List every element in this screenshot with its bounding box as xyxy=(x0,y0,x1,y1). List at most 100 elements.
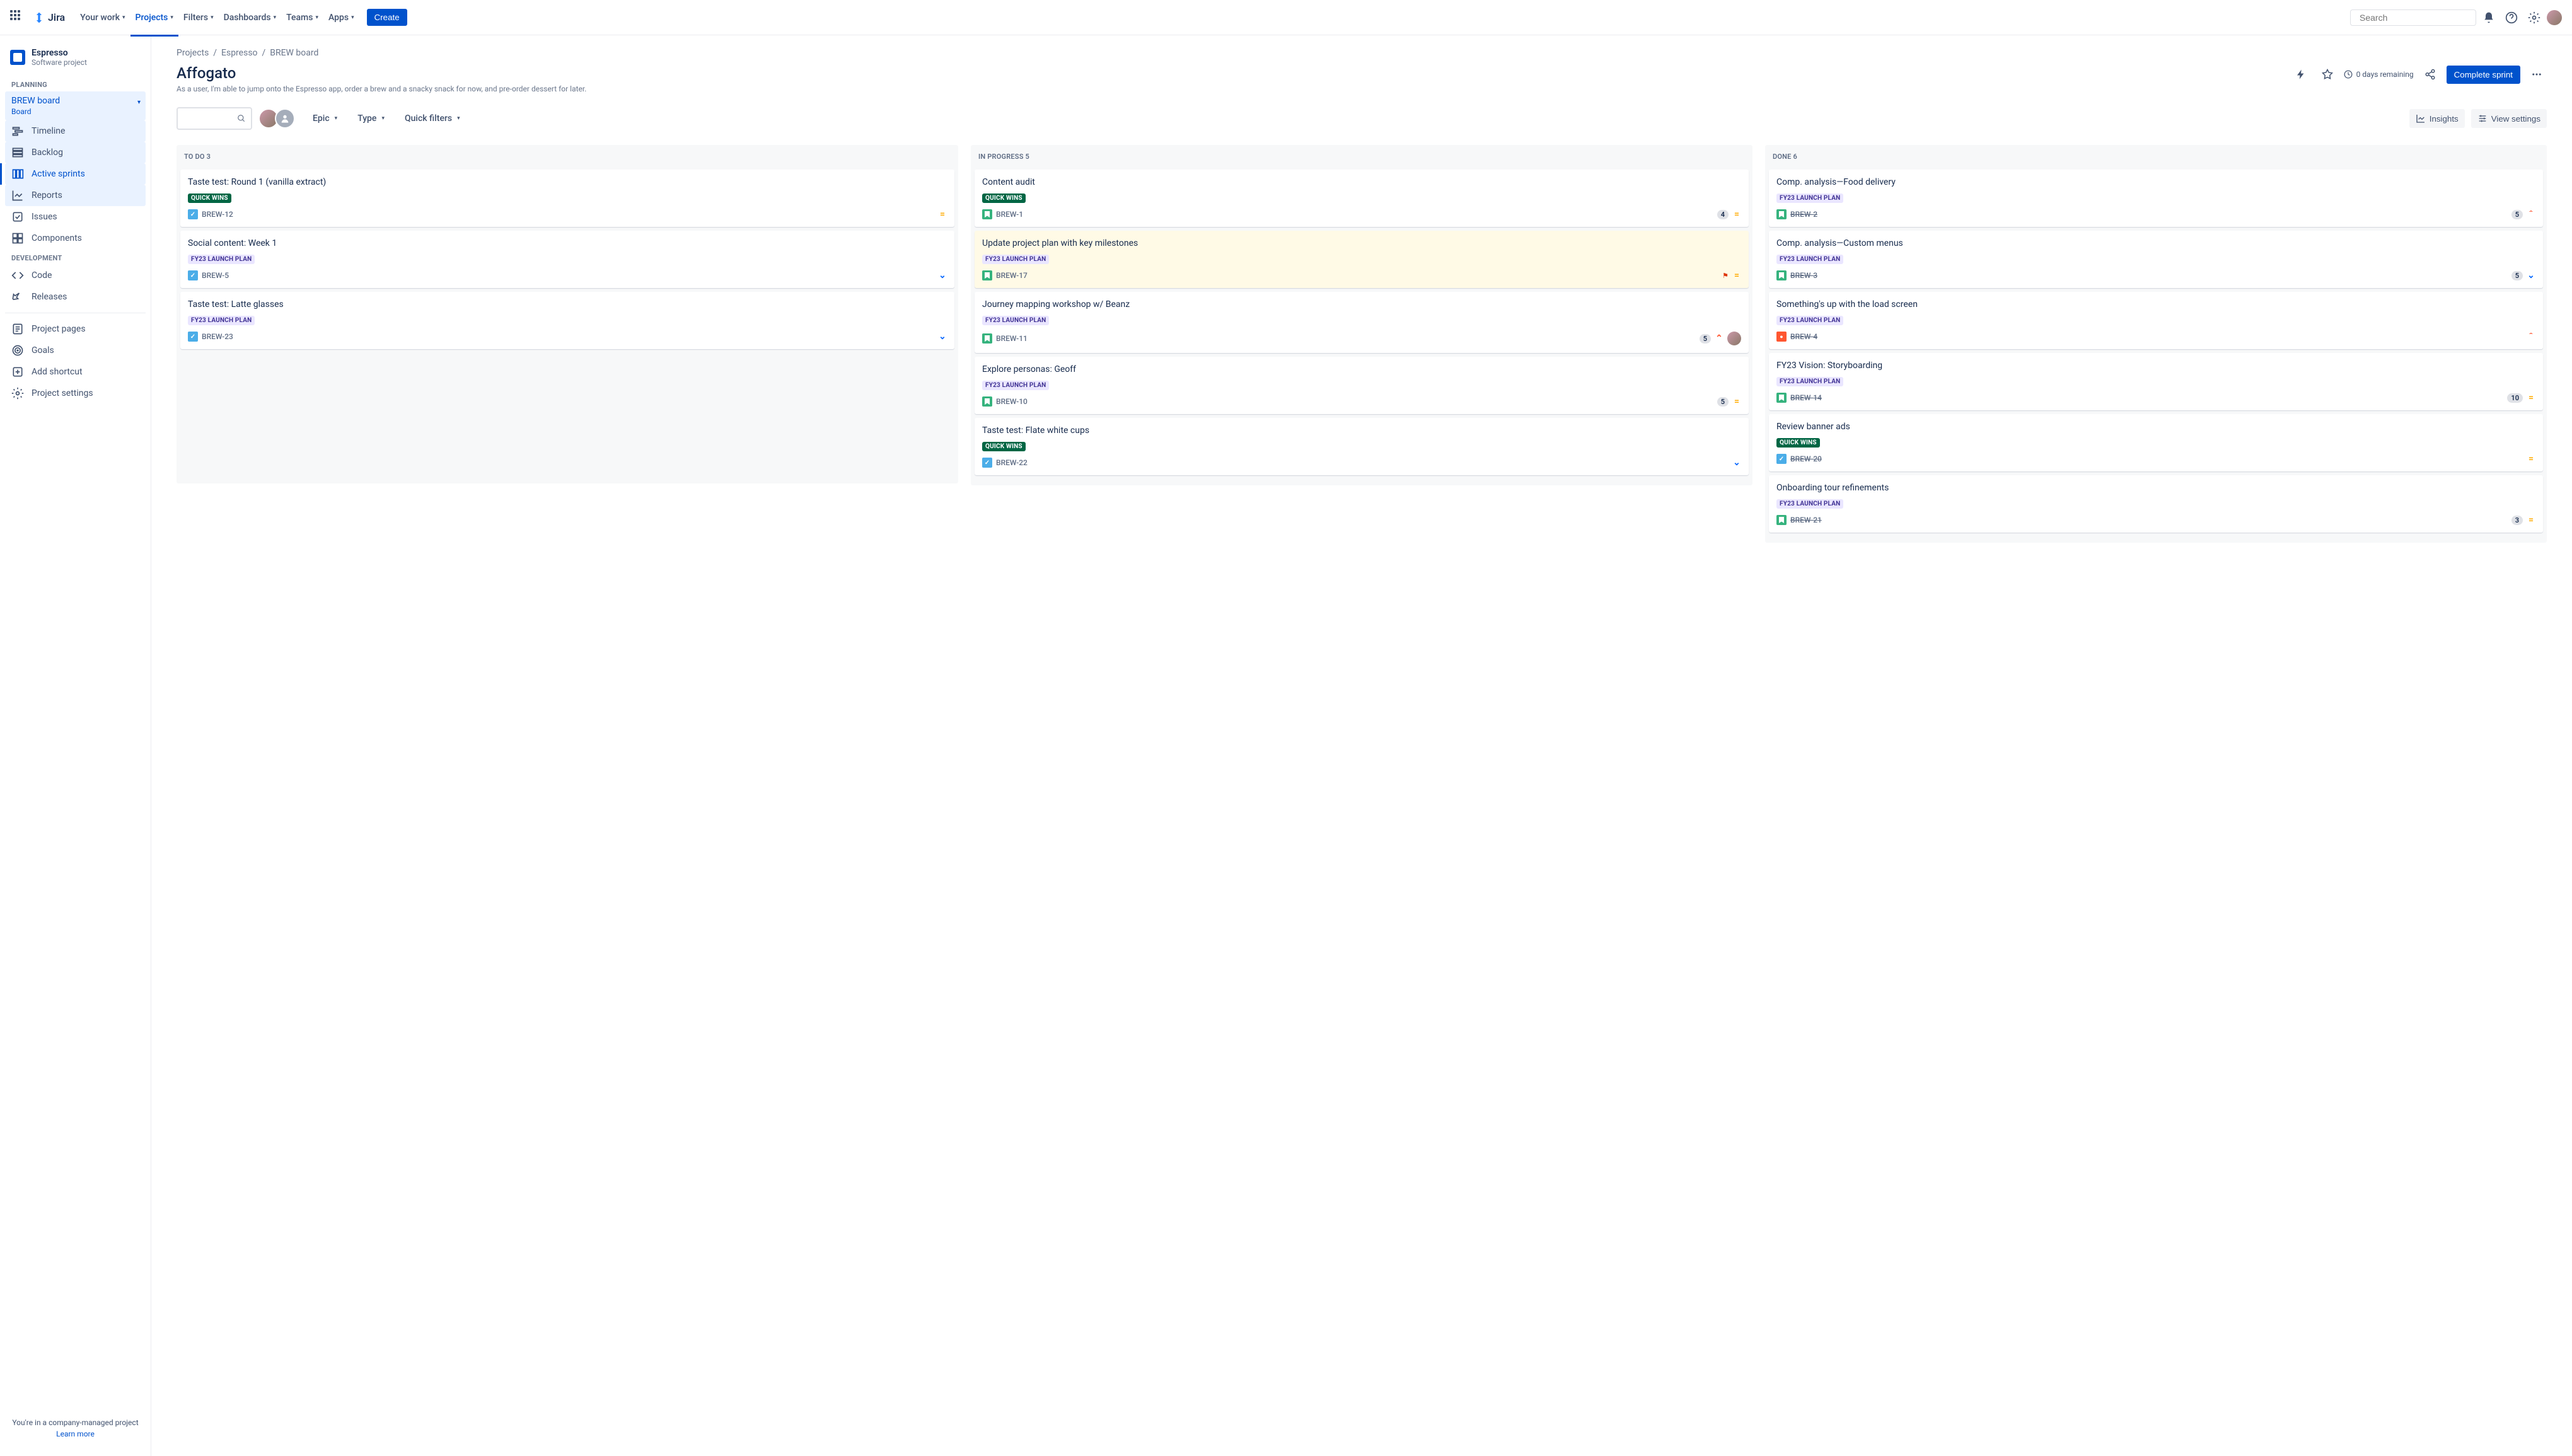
issue-card[interactable]: Content audit QUICK WINS BREW-1 4 xyxy=(975,170,1749,227)
issue-card[interactable]: Social content: Week 1 FY23 LAUNCH PLAN … xyxy=(180,231,954,288)
issue-card[interactable]: Onboarding tour refinements FY23 LAUNCH … xyxy=(1769,475,2543,533)
sidebar: Espresso Software project PLANNING BREW … xyxy=(0,35,151,1456)
column-header[interactable]: IN PROGRESS 5 xyxy=(971,145,1752,168)
sidebar-item-active-sprints[interactable]: Active sprints xyxy=(5,163,146,185)
story-icon xyxy=(1776,209,1787,219)
automation-icon[interactable] xyxy=(2291,64,2311,84)
priority-low-icon xyxy=(938,332,947,341)
sidebar-item-add-shortcut[interactable]: Add shortcut xyxy=(5,361,146,383)
label-launch-plan: FY23 LAUNCH PLAN xyxy=(188,316,255,325)
priority-med-icon xyxy=(1732,397,1741,406)
goals-icon xyxy=(11,344,24,357)
sidebar-item-project-pages[interactable]: Project pages xyxy=(5,318,146,340)
priority-med-icon xyxy=(1732,271,1741,280)
issue-card[interactable]: Something's up with the load screen FY23… xyxy=(1769,292,2543,349)
releases-icon xyxy=(11,291,24,303)
create-button[interactable]: Create xyxy=(367,9,407,26)
share-icon[interactable] xyxy=(2420,64,2440,84)
days-remaining[interactable]: 0 days remaining xyxy=(2344,70,2414,79)
column-header[interactable]: TO DO 3 xyxy=(177,145,958,168)
settings-icon[interactable] xyxy=(2524,8,2544,28)
issue-card[interactable]: Review banner ads QUICK WINS BREW-20 xyxy=(1769,414,2543,471)
label-launch-plan: FY23 LAUNCH PLAN xyxy=(982,316,1049,325)
breadcrumb-projects[interactable]: Projects xyxy=(177,48,209,58)
issue-key: BREW-1 xyxy=(996,210,1023,219)
complete-sprint-button[interactable]: Complete sprint xyxy=(2447,66,2520,84)
card-title: Taste test: Latte glasses xyxy=(188,299,947,309)
column-header[interactable]: DONE 6 xyxy=(1765,145,2547,168)
sidebar-item-releases[interactable]: Releases xyxy=(5,286,146,308)
global-search[interactable] xyxy=(2350,9,2476,26)
nav-item-teams[interactable]: Teams▾ xyxy=(281,8,323,28)
label-launch-plan: FY23 LAUNCH PLAN xyxy=(982,255,1049,264)
chevron-down-icon: ▾ xyxy=(457,115,460,122)
issue-card[interactable]: Taste test: Flate white cups QUICK WINS … xyxy=(975,418,1749,475)
label-launch-plan: FY23 LAUNCH PLAN xyxy=(1776,377,1843,386)
search-icon xyxy=(237,114,246,123)
issue-card[interactable]: Taste test: Latte glasses FY23 LAUNCH PL… xyxy=(180,292,954,349)
project-name: Espresso xyxy=(32,48,87,58)
nav-item-apps[interactable]: Apps▾ xyxy=(323,8,359,28)
unassigned-avatar[interactable] xyxy=(275,108,295,129)
app-switcher-icon[interactable] xyxy=(10,10,25,25)
project-header[interactable]: Espresso Software project xyxy=(5,45,146,76)
nav-item-filters[interactable]: Filters▾ xyxy=(178,8,219,28)
breadcrumb-espresso[interactable]: Espresso xyxy=(221,48,258,58)
issue-card[interactable]: Explore personas: Geoff FY23 LAUNCH PLAN… xyxy=(975,357,1749,414)
task-icon xyxy=(188,332,198,342)
filter-type[interactable]: Type▾ xyxy=(355,110,387,127)
column-body: Content audit QUICK WINS BREW-1 4 Update… xyxy=(971,168,1752,485)
sidebar-item-backlog[interactable]: Backlog xyxy=(5,142,146,163)
issue-card[interactable]: Comp. analysis—Food delivery FY23 LAUNCH… xyxy=(1769,170,2543,227)
sidebar-item-project-settings[interactable]: Project settings xyxy=(5,383,146,404)
nav-item-projects[interactable]: Projects▾ xyxy=(130,8,178,28)
sidebar-item-components[interactable]: Components xyxy=(5,228,146,249)
help-icon[interactable] xyxy=(2501,8,2522,28)
sidebar-item-reports[interactable]: Reports xyxy=(5,185,146,206)
breadcrumb-board[interactable]: BREW board xyxy=(270,48,318,58)
notifications-icon[interactable] xyxy=(2479,8,2499,28)
sidebar-item-label: Backlog xyxy=(32,147,63,158)
board-selector[interactable]: BREW board Board ▾ xyxy=(5,91,146,120)
filter-quick-filters[interactable]: Quick filters▾ xyxy=(402,110,463,127)
task-icon xyxy=(982,458,992,468)
more-icon[interactable] xyxy=(2527,64,2547,84)
label-launch-plan: FY23 LAUNCH PLAN xyxy=(1776,499,1843,509)
sidebar-item-code[interactable]: Code xyxy=(5,265,146,286)
search-input[interactable] xyxy=(2360,13,2474,23)
page-title: Affogato xyxy=(177,64,2291,82)
filter-epic[interactable]: Epic▾ xyxy=(310,110,340,127)
task-icon xyxy=(1776,454,1787,464)
sidebar-item-timeline[interactable]: Timeline xyxy=(5,120,146,142)
view-settings-button[interactable]: View settings xyxy=(2471,109,2547,128)
card-title: Social content: Week 1 xyxy=(188,238,947,248)
card-title: Update project plan with key milestones xyxy=(982,238,1741,248)
learn-more-link[interactable]: Learn more xyxy=(10,1430,141,1438)
label-launch-plan: FY23 LAUNCH PLAN xyxy=(1776,316,1843,325)
priority-low-icon xyxy=(1732,458,1741,467)
star-icon[interactable] xyxy=(2317,64,2337,84)
profile-avatar[interactable] xyxy=(2547,10,2562,25)
story-icon xyxy=(1776,270,1787,280)
sidebar-item-goals[interactable]: Goals xyxy=(5,340,146,361)
issue-key: BREW-23 xyxy=(202,332,233,341)
nav-item-dashboards[interactable]: Dashboards▾ xyxy=(219,8,281,28)
issue-card[interactable]: Taste test: Round 1 (vanilla extract) QU… xyxy=(180,170,954,227)
issue-card[interactable]: FY23 Vision: Storyboarding FY23 LAUNCH P… xyxy=(1769,353,2543,410)
bug-icon xyxy=(1776,332,1787,342)
add-shortcut-icon xyxy=(11,366,24,378)
issue-card[interactable]: Journey mapping workshop w/ Beanz FY23 L… xyxy=(975,292,1749,353)
label-quick-wins: QUICK WINS xyxy=(1776,438,1820,448)
assignee-filter[interactable] xyxy=(262,108,295,129)
insights-button[interactable]: Insights xyxy=(2409,109,2465,128)
nav-item-your-work[interactable]: Your work▾ xyxy=(75,8,130,28)
issue-card[interactable]: Update project plan with key milestones … xyxy=(975,231,1749,288)
jira-logo[interactable]: Jira xyxy=(33,11,65,24)
assignee-avatar xyxy=(1727,332,1741,345)
priority-low-icon xyxy=(938,271,947,280)
task-icon xyxy=(188,209,198,219)
board-search[interactable] xyxy=(177,107,252,130)
issue-card[interactable]: Comp. analysis—Custom menus FY23 LAUNCH … xyxy=(1769,231,2543,288)
sidebar-item-issues[interactable]: Issues xyxy=(5,206,146,228)
priority-med-icon xyxy=(2527,516,2535,524)
